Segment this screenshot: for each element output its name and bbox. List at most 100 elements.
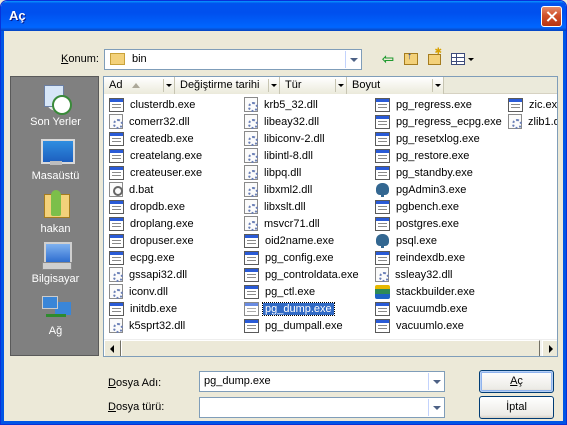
file-item[interactable]: dropdb.exe xyxy=(109,198,187,215)
file-name: libxslt.dll xyxy=(264,200,306,213)
file-item[interactable]: libeay32.dll xyxy=(244,113,321,130)
column-type[interactable]: Tür xyxy=(280,77,347,94)
file-item[interactable]: zic.exe xyxy=(508,96,558,113)
file-item[interactable]: stackbuilder.exe xyxy=(375,283,477,300)
title-bar[interactable]: Aç xyxy=(1,1,566,31)
dll-file-icon xyxy=(109,267,123,282)
file-item[interactable]: pg_ctl.exe xyxy=(244,283,317,300)
file-name: pg_dump.exe xyxy=(262,301,335,316)
file-item[interactable]: postgres.exe xyxy=(375,215,461,232)
new-folder-button[interactable] xyxy=(425,46,443,69)
file-item[interactable]: zlib1.dll xyxy=(508,113,557,130)
file-item[interactable]: pg_regress.exe xyxy=(375,96,474,113)
look-in-combo[interactable]: bin xyxy=(104,49,362,70)
exe-file-icon xyxy=(244,284,259,299)
column-name[interactable]: Ad xyxy=(104,77,175,94)
filetype-combo[interactable] xyxy=(199,397,445,418)
close-button[interactable] xyxy=(541,6,562,27)
file-name: iconv.dll xyxy=(129,285,168,298)
file-name: reindexdb.exe xyxy=(396,251,466,264)
chevron-down-icon xyxy=(467,57,474,61)
file-item[interactable]: pgAdmin3.exe xyxy=(375,181,468,198)
file-item[interactable]: d.bat xyxy=(109,181,155,198)
chevron-down-icon[interactable] xyxy=(428,373,443,390)
file-item[interactable]: krb5_32.dll xyxy=(244,96,320,113)
file-grid: clusterdb.exe comerr32.dll createdb.exe cre… xyxy=(104,94,558,340)
file-item[interactable]: clusterdb.exe xyxy=(109,96,197,113)
chevron-down-icon[interactable] xyxy=(163,79,174,92)
place-label: Ağ xyxy=(48,325,63,337)
file-item[interactable]: pg_standby.exe xyxy=(375,164,475,181)
file-item[interactable]: pg_config.exe xyxy=(244,249,336,266)
file-item[interactable]: pg_regress_ecpg.exe xyxy=(375,113,504,130)
file-item[interactable]: psql.exe xyxy=(375,232,439,249)
place-network[interactable]: Ağ xyxy=(11,292,100,337)
file-name: libeay32.dll xyxy=(264,115,320,128)
file-item[interactable]: pg_resetxlog.exe xyxy=(375,130,482,147)
file-item[interactable]: pg_controldata.exe xyxy=(244,266,361,283)
chevron-down-icon[interactable] xyxy=(335,79,346,92)
file-item[interactable]: libpq.dll xyxy=(244,164,303,181)
dll-file-icon xyxy=(244,114,258,129)
chevron-down-icon[interactable] xyxy=(428,399,443,416)
column-header: Ad Değiştirme tarihi Tür Boyut xyxy=(104,77,557,94)
file-item[interactable]: dropuser.exe xyxy=(109,232,196,249)
filename-input[interactable]: pg_dump.exe xyxy=(204,375,271,387)
file-item[interactable]: pg_restore.exe xyxy=(375,147,471,164)
file-item[interactable]: createuser.exe xyxy=(109,164,204,181)
file-item[interactable]: vacuumlo.exe xyxy=(375,317,466,334)
scroll-right-button[interactable] xyxy=(542,340,557,356)
exe-file-icon xyxy=(109,301,124,316)
scroll-left-button[interactable] xyxy=(104,340,121,356)
file-item[interactable]: gssapi32.dll xyxy=(109,266,189,283)
file-item[interactable]: comerr32.dll xyxy=(109,113,192,130)
file-item[interactable]: pg_dumpall.exe xyxy=(244,317,345,334)
file-item[interactable]: msvcr71.dll xyxy=(244,215,322,232)
file-item[interactable]: initdb.exe xyxy=(109,300,179,317)
file-item[interactable]: libxml2.dll xyxy=(244,181,314,198)
file-item[interactable]: libiconv-2.dll xyxy=(244,130,327,147)
place-computer[interactable]: Bilgisayar xyxy=(11,240,100,285)
exe-file-icon xyxy=(375,114,390,129)
scroll-thumb[interactable] xyxy=(121,340,540,356)
chevron-down-icon[interactable] xyxy=(268,79,279,92)
place-recent[interactable]: Son Yerler xyxy=(11,83,100,128)
chevron-down-icon[interactable] xyxy=(345,51,360,68)
file-item[interactable]: k5sprt32.dll xyxy=(109,317,187,334)
file-item[interactable]: reindexdb.exe xyxy=(375,249,467,266)
horizontal-scrollbar[interactable] xyxy=(104,339,557,356)
file-item[interactable]: createdb.exe xyxy=(109,130,196,147)
exe-file-icon xyxy=(109,97,124,112)
open-button[interactable]: Aç xyxy=(479,370,554,393)
chevron-down-icon[interactable] xyxy=(432,79,443,92)
file-item[interactable]: ecpg.exe xyxy=(109,249,177,266)
desktop-icon xyxy=(40,137,75,167)
file-list[interactable]: Ad Değiştirme tarihi Tür Boyut clusterdb… xyxy=(103,76,558,357)
back-button[interactable]: ⇦ xyxy=(379,49,397,69)
file-item[interactable]: libxslt.dll xyxy=(244,198,308,215)
file-item[interactable]: droplang.exe xyxy=(109,215,196,232)
file-item[interactable]: libintl-8.dll xyxy=(244,147,315,164)
place-desktop[interactable]: Masaüstü xyxy=(11,137,100,182)
file-item[interactable]: vacuumdb.exe xyxy=(375,300,470,317)
file-name: postgres.exe xyxy=(396,217,459,230)
file-item[interactable]: pgbench.exe xyxy=(375,198,461,215)
file-name: createlang.exe xyxy=(130,149,203,162)
dll-file-icon xyxy=(244,97,258,112)
place-user[interactable]: hakan xyxy=(11,190,100,235)
file-item[interactable]: iconv.dll xyxy=(109,283,170,300)
filename-combo[interactable]: pg_dump.exe xyxy=(199,371,445,392)
view-menu-button[interactable] xyxy=(449,49,475,69)
batch-file-icon xyxy=(109,182,123,197)
file-item[interactable]: ssleay32.dll xyxy=(375,266,454,283)
file-item[interactable]: createlang.exe xyxy=(109,147,204,164)
file-item[interactable]: oid2name.exe xyxy=(244,232,336,249)
file-item[interactable]: pg_dump.exe xyxy=(244,300,335,317)
file-name: gssapi32.dll xyxy=(129,268,188,281)
cancel-button[interactable]: İptal xyxy=(479,396,554,419)
file-name: zic.exe xyxy=(529,98,558,111)
column-date[interactable]: Değiştirme tarihi xyxy=(175,77,280,94)
column-size[interactable]: Boyut xyxy=(347,77,444,94)
up-folder-button[interactable] xyxy=(402,49,420,69)
file-name: oid2name.exe xyxy=(265,234,335,247)
